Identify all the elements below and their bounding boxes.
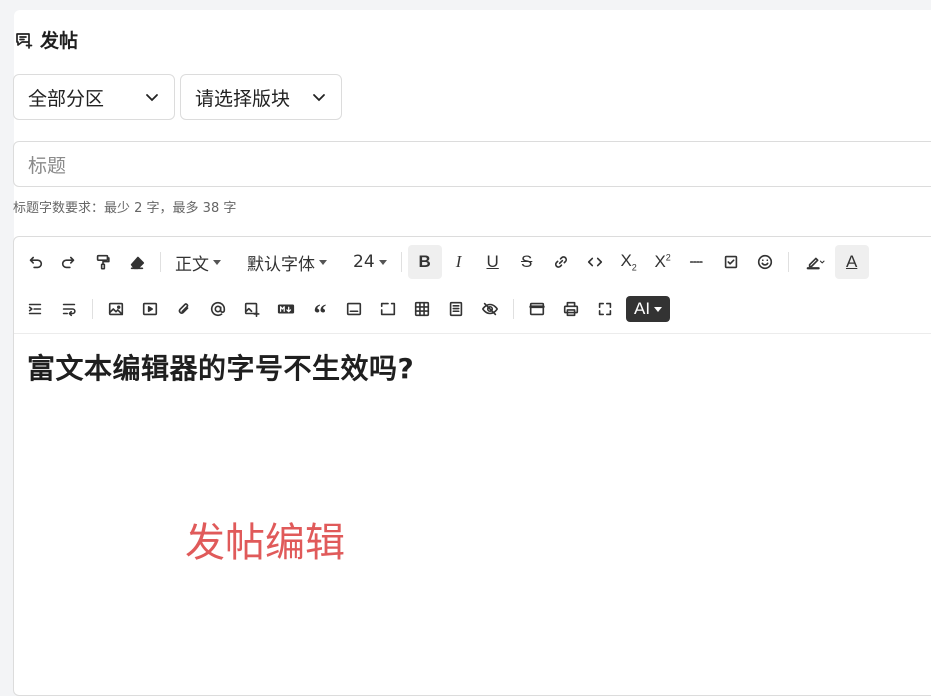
underline-icon[interactable]: U <box>476 245 510 279</box>
font-size-dropdown[interactable]: 24 <box>345 245 395 279</box>
toolbar-divider <box>400 252 402 272</box>
title-placeholder: 标题 <box>28 154 67 177</box>
toolbar-divider <box>513 299 514 319</box>
font-color-icon[interactable]: A <box>834 245 869 279</box>
category-select[interactable]: 全部分区 <box>13 74 175 120</box>
table-icon[interactable] <box>405 292 439 326</box>
superscript-icon[interactable]: X2 <box>646 245 680 279</box>
board-select-value: 请选择版块 <box>195 87 291 110</box>
board-select[interactable]: 请选择版块 <box>180 74 342 120</box>
caret-down-icon <box>654 306 663 312</box>
font-dropdown[interactable]: 默认字体 <box>239 245 335 279</box>
video-icon[interactable] <box>133 292 167 326</box>
wrap-icon[interactable] <box>52 292 86 326</box>
image-icon[interactable] <box>99 292 133 326</box>
emoji-icon[interactable] <box>748 245 782 279</box>
format-painter-icon[interactable] <box>86 245 120 279</box>
chevron-down-icon <box>144 89 160 105</box>
toolbar-divider <box>787 252 789 272</box>
caret-down-icon <box>319 259 327 265</box>
undo-icon[interactable] <box>18 245 52 279</box>
image-edit-icon[interactable] <box>235 292 269 326</box>
toolbar-divider <box>160 252 161 272</box>
attachment-icon[interactable] <box>167 292 201 326</box>
indent-icon[interactable] <box>18 292 52 326</box>
link-icon[interactable] <box>544 245 578 279</box>
page-title: 发帖 <box>40 30 79 52</box>
category-select-value: 全部分区 <box>28 87 105 110</box>
caret-down-icon <box>213 259 221 265</box>
paragraph-dropdown[interactable]: 正文 <box>167 245 229 279</box>
panel-icon[interactable] <box>337 292 371 326</box>
print-icon[interactable] <box>554 292 588 326</box>
document-icon[interactable] <box>439 292 473 326</box>
ai-button-label: AI <box>634 299 651 318</box>
toolbar-row-2: “ AI <box>18 289 671 329</box>
horizontal-rule-icon[interactable] <box>680 245 714 279</box>
title-hint: 标题字数要求：最少 2 字，最多 38 字 <box>13 201 237 216</box>
caret-down-icon <box>378 259 387 265</box>
code-icon[interactable] <box>578 245 612 279</box>
subscript-icon[interactable]: X2 <box>612 245 646 279</box>
paragraph-label: 正文 <box>175 254 209 275</box>
hide-icon[interactable] <box>473 292 507 326</box>
bold-icon[interactable]: B <box>407 245 442 279</box>
ai-button[interactable]: AI <box>626 296 671 322</box>
font-label: 默认字体 <box>247 254 315 275</box>
rich-text-editor[interactable]: 正文 默认字体 24 B I U S X2 X2 A “ AI 富文本编辑器的字… <box>13 236 931 696</box>
toolbar-row-1: 正文 默认字体 24 B I U S X2 X2 A <box>18 242 869 282</box>
markdown-icon[interactable] <box>269 292 303 326</box>
checkbox-icon[interactable] <box>714 245 748 279</box>
strikethrough-icon[interactable]: S <box>510 245 544 279</box>
title-input[interactable]: 标题 <box>13 141 931 187</box>
eraser-icon[interactable] <box>120 245 154 279</box>
italic-icon[interactable]: I <box>442 245 476 279</box>
snippet-icon[interactable] <box>371 292 405 326</box>
font-size-label: 24 <box>353 252 375 272</box>
page-header: 发帖 <box>14 26 78 53</box>
quote-icon[interactable]: “ <box>303 292 337 327</box>
toolbar-divider-line <box>14 333 931 334</box>
compose-icon <box>14 30 34 50</box>
editor-content-heading: 富文本编辑器的字号不生效吗? <box>27 352 415 385</box>
highlight-icon[interactable] <box>795 245 835 279</box>
template-icon[interactable] <box>520 292 554 326</box>
mention-icon[interactable] <box>201 292 235 326</box>
redo-icon[interactable] <box>52 245 86 279</box>
chevron-down-icon <box>311 89 327 105</box>
toolbar-divider <box>92 299 93 319</box>
fullscreen-icon[interactable] <box>588 292 622 326</box>
annotation-label: 发帖编辑 <box>185 520 345 566</box>
